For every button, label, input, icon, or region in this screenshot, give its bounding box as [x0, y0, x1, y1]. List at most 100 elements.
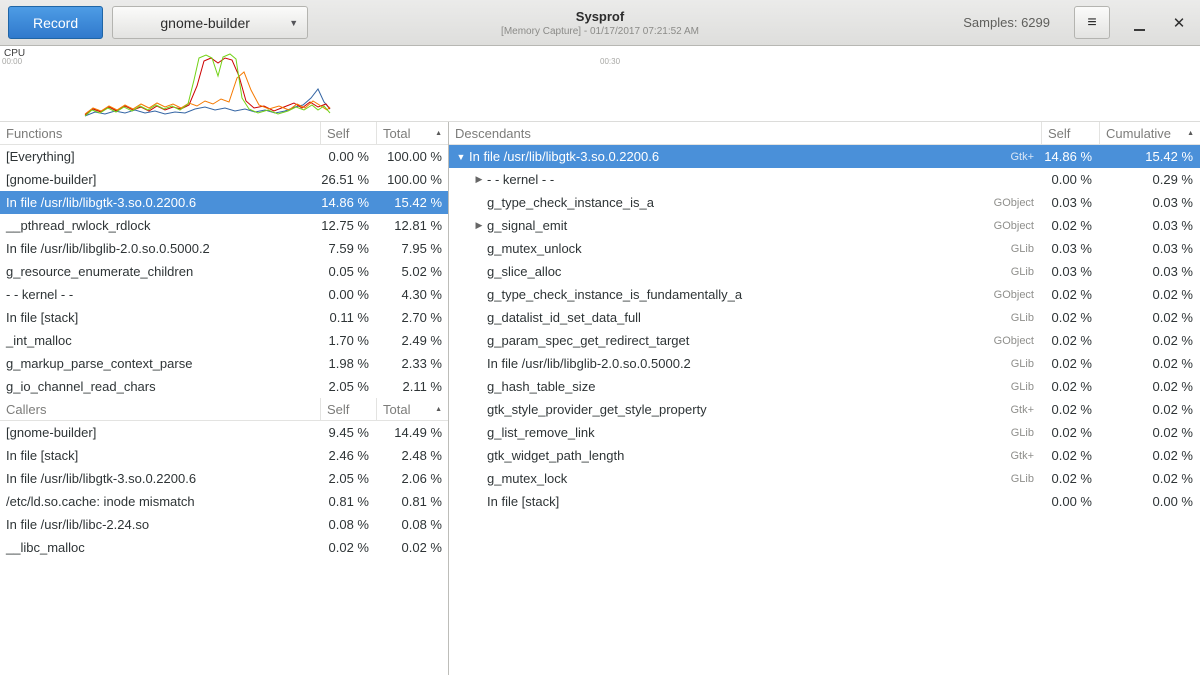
function-name: g_param_spec_get_redirect_target	[487, 333, 689, 348]
functions-row[interactable]: - - kernel - - 0.00 %4.30 %	[0, 283, 448, 306]
self-value: 0.00 %	[321, 287, 377, 302]
function-name: In file /usr/lib/libgtk-3.so.0.2200.6	[469, 149, 659, 164]
column-header-callers[interactable]: Callers	[0, 398, 321, 420]
descendants-row[interactable]: ▶g_signal_emitGObject0.02 %0.03 %	[449, 214, 1200, 237]
function-name: g_mutex_lock	[487, 471, 567, 486]
descendants-row[interactable]: g_list_remove_linkGLib0.02 %0.02 %	[449, 421, 1200, 444]
function-name: In file /usr/lib/libgtk-3.so.0.2200.6	[6, 195, 196, 210]
expander-collapsed-icon[interactable]: ▶	[471, 220, 487, 231]
function-name: [Everything]	[6, 149, 75, 164]
functions-table: [Everything]0.00 %100.00 %[gnome-builder…	[0, 145, 448, 398]
cumulative-value: 0.02 %	[1100, 448, 1200, 463]
library-badge: GObject	[994, 335, 1042, 347]
function-name: [gnome-builder]	[6, 172, 96, 187]
functions-row[interactable]: In file /usr/lib/libgtk-3.so.0.2200.614.…	[0, 191, 448, 214]
callers-row[interactable]: In file /usr/lib/libc-2.24.so0.08 %0.08 …	[0, 513, 448, 536]
function-name: In file [stack]	[6, 448, 78, 463]
callers-header-row: Callers Self Total ▲	[0, 398, 448, 421]
descendants-row[interactable]: In file /usr/lib/libglib-2.0.so.0.5000.2…	[449, 352, 1200, 375]
column-header-total[interactable]: Total ▲	[377, 122, 448, 144]
function-name: g_type_check_instance_is_a	[487, 195, 654, 210]
self-value: 0.02 %	[1042, 287, 1100, 302]
descendants-row[interactable]: gtk_style_provider_get_style_propertyGtk…	[449, 398, 1200, 421]
column-header-cumulative[interactable]: Cumulative ▲	[1100, 122, 1200, 144]
descendants-row[interactable]: g_slice_allocGLib0.03 %0.03 %	[449, 260, 1200, 283]
functions-row[interactable]: g_markup_parse_context_parse1.98 %2.33 %	[0, 352, 448, 375]
library-badge: Gtk+	[1010, 151, 1042, 163]
cumulative-value: 0.02 %	[1100, 333, 1200, 348]
column-header-self[interactable]: Self	[321, 398, 377, 420]
function-name: In file [stack]	[6, 310, 78, 325]
functions-row[interactable]: [gnome-builder]26.51 %100.00 %	[0, 168, 448, 191]
sort-indicator-icon: ▲	[1187, 130, 1194, 137]
column-header-cumulative-label: Cumulative	[1106, 126, 1171, 141]
cumulative-value: 0.03 %	[1100, 218, 1200, 233]
column-header-total-label: Total	[383, 126, 410, 141]
descendants-row[interactable]: g_hash_table_sizeGLib0.02 %0.02 %	[449, 375, 1200, 398]
cpu-blue-line	[85, 89, 330, 116]
callers-row[interactable]: In file /usr/lib/libgtk-3.so.0.2200.62.0…	[0, 467, 448, 490]
samples-count: Samples: 6299	[963, 15, 1050, 30]
close-icon: ✕	[1173, 14, 1186, 32]
descendants-row[interactable]: gtk_widget_path_lengthGtk+0.02 %0.02 %	[449, 444, 1200, 467]
functions-row[interactable]: __pthread_rwlock_rdlock12.75 %12.81 %	[0, 214, 448, 237]
cumulative-value: 0.03 %	[1100, 264, 1200, 279]
function-name: g_datalist_id_set_data_full	[487, 310, 641, 325]
chevron-down-icon: ▼	[289, 18, 298, 28]
functions-row[interactable]: In file [stack]0.11 %2.70 %	[0, 306, 448, 329]
cumulative-value: 0.02 %	[1100, 310, 1200, 325]
descendants-row[interactable]: g_type_check_instance_is_fundamentally_a…	[449, 283, 1200, 306]
expander-expanded-icon[interactable]: ▼	[453, 152, 469, 162]
function-name: g_signal_emit	[487, 218, 567, 233]
functions-row[interactable]: [Everything]0.00 %100.00 %	[0, 145, 448, 168]
sysprof-window: Record gnome-builder ▼ Sysprof [Memory C…	[0, 0, 1200, 675]
sort-indicator-icon: ▲	[435, 130, 442, 137]
callers-row[interactable]: [gnome-builder]9.45 %14.49 %	[0, 421, 448, 444]
callers-row[interactable]: In file [stack]2.46 %2.48 %	[0, 444, 448, 467]
descendants-row[interactable]: g_datalist_id_set_data_fullGLib0.02 %0.0…	[449, 306, 1200, 329]
self-value: 0.02 %	[1042, 471, 1100, 486]
function-name: - - kernel - -	[6, 287, 73, 302]
self-value: 0.02 %	[1042, 402, 1100, 417]
total-value: 100.00 %	[377, 149, 448, 164]
self-value: 9.45 %	[321, 425, 377, 440]
self-value: 0.02 %	[1042, 218, 1100, 233]
callers-row[interactable]: /etc/ld.so.cache: inode mismatch0.81 %0.…	[0, 490, 448, 513]
descendants-row[interactable]: In file [stack]0.00 %0.00 %	[449, 490, 1200, 513]
functions-row[interactable]: g_resource_enumerate_children0.05 %5.02 …	[0, 260, 448, 283]
left-pane: Functions Self Total ▲ [Everything]0.00 …	[0, 122, 449, 675]
headerbar: Record gnome-builder ▼ Sysprof [Memory C…	[0, 0, 1200, 46]
record-button[interactable]: Record	[8, 6, 103, 39]
column-header-functions[interactable]: Functions	[0, 122, 321, 144]
total-value: 0.02 %	[377, 540, 448, 555]
self-value: 2.46 %	[321, 448, 377, 463]
self-value: 0.02 %	[1042, 425, 1100, 440]
descendants-row[interactable]: ▶- - kernel - -0.00 %0.29 %	[449, 168, 1200, 191]
column-header-total[interactable]: Total ▲	[377, 398, 448, 420]
app-title: Sysprof	[501, 9, 699, 24]
menu-button[interactable]: ≡	[1074, 6, 1110, 39]
descendants-row[interactable]: g_mutex_lockGLib0.02 %0.02 %	[449, 467, 1200, 490]
self-value: 1.70 %	[321, 333, 377, 348]
column-header-self[interactable]: Self	[1042, 122, 1100, 144]
total-value: 4.30 %	[377, 287, 448, 302]
descendants-row[interactable]: g_mutex_unlockGLib0.03 %0.03 %	[449, 237, 1200, 260]
process-selector-dropdown[interactable]: gnome-builder ▼	[112, 6, 308, 39]
total-value: 14.49 %	[377, 425, 448, 440]
column-header-descendants[interactable]: Descendants	[449, 122, 1042, 144]
functions-row[interactable]: g_io_channel_read_chars2.05 %2.11 %	[0, 375, 448, 398]
minimize-button[interactable]	[1126, 10, 1152, 36]
cpu-timeline[interactable]: CPU 00:00 00:30	[0, 46, 1200, 122]
cumulative-value: 0.02 %	[1100, 287, 1200, 302]
descendants-row[interactable]: g_param_spec_get_redirect_target GObject 0…	[449, 329, 1200, 352]
callers-row[interactable]: __libc_malloc0.02 %0.02 %	[0, 536, 448, 559]
expander-collapsed-icon[interactable]: ▶	[471, 174, 487, 185]
total-value: 2.33 %	[377, 356, 448, 371]
descendants-row[interactable]: ▼In file /usr/lib/libgtk-3.so.0.2200.6 Gt…	[449, 145, 1200, 168]
functions-row[interactable]: In file /usr/lib/libglib-2.0.so.0.5000.2…	[0, 237, 448, 260]
descendants-row[interactable]: g_type_check_instance_is_aGObject0.03 %0…	[449, 191, 1200, 214]
column-header-self[interactable]: Self	[321, 122, 377, 144]
function-name: g_resource_enumerate_children	[6, 264, 193, 279]
close-button[interactable]: ✕	[1166, 10, 1192, 36]
functions-row[interactable]: _int_malloc1.70 %2.49 %	[0, 329, 448, 352]
